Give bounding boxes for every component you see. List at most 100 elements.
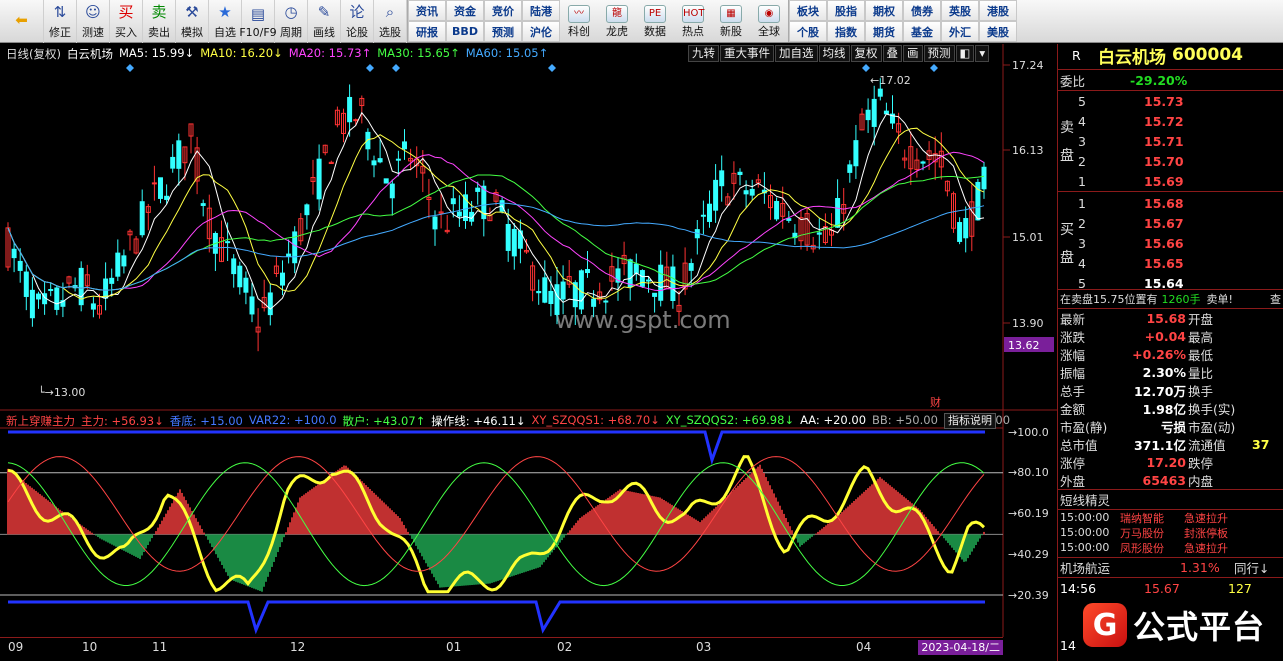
- buy-icon: 买: [118, 3, 134, 21]
- candle-body: [713, 179, 719, 211]
- pen-button[interactable]: ✎ 画线: [308, 0, 341, 43]
- market-button[interactable]: 基金: [903, 21, 941, 42]
- candle-body: [853, 140, 859, 167]
- feature-button[interactable]: ◉ 全球: [750, 0, 788, 43]
- feature-button[interactable]: ▦ 新股: [712, 0, 750, 43]
- chart-tab[interactable]: 画: [903, 45, 923, 62]
- buy-price[interactable]: 15.68: [1144, 196, 1184, 211]
- chart-area[interactable]: 17.24 16.13 15.01 13.90 13.62 www.gspt.com ←17…: [0, 44, 1057, 661]
- buy-price[interactable]: 15.67: [1144, 216, 1184, 231]
- stat-label-2: 跌停: [1188, 455, 1214, 471]
- grid-button[interactable]: 研报: [408, 21, 446, 42]
- indicator-help-button[interactable]: 指标说明: [944, 413, 996, 429]
- pen-icon: ✎: [317, 3, 331, 21]
- feature-icon: ▦: [720, 4, 742, 23]
- smile-button[interactable]: ☺ 测速: [77, 0, 110, 43]
- market-button[interactable]: 个股: [789, 21, 827, 42]
- quote-row: 涨停 17.20 跌停: [1060, 453, 1281, 471]
- sell-price[interactable]: 15.73: [1144, 94, 1184, 109]
- grid-button[interactable]: 陆港: [522, 0, 560, 21]
- buy-level: 3: [1078, 235, 1086, 251]
- chart-tab[interactable]: 加自选: [775, 45, 818, 62]
- sector-peers[interactable]: 同行↓: [1234, 558, 1269, 577]
- chart-tab[interactable]: ◧: [955, 45, 975, 62]
- market-button[interactable]: 债券: [903, 0, 941, 21]
- market-button[interactable]: 外汇: [941, 21, 979, 42]
- kline-chart[interactable]: 17.2416.1315.0113.9013.62www.gspt.com←17…: [0, 44, 1057, 661]
- market-button[interactable]: 英股: [941, 0, 979, 21]
- feature-button[interactable]: PE 数据: [636, 0, 674, 43]
- event-diamond: [930, 64, 938, 72]
- up-arrow-button[interactable]: ⇅ 修正: [44, 0, 77, 43]
- candle-body: [511, 228, 517, 257]
- market-button[interactable]: 板块: [789, 0, 827, 21]
- indicator-label: VAR22: +100.0: [248, 413, 337, 427]
- stat-value: +0.26%: [1132, 346, 1186, 362]
- buy-price[interactable]: 15.66: [1144, 236, 1184, 251]
- left-arrow-button[interactable]: ⬅: [0, 0, 44, 43]
- search-button[interactable]: ⌕ 选股: [374, 0, 407, 43]
- sell-price[interactable]: 15.70: [1144, 154, 1184, 169]
- chat-button[interactable]: 论论股: [341, 0, 374, 43]
- candle-body: [249, 296, 255, 315]
- grid-button[interactable]: BBD: [446, 21, 484, 42]
- price-axis-label: 13.90: [1012, 317, 1044, 330]
- price-axis-label: 17.24: [1012, 59, 1044, 72]
- clock-button[interactable]: ◷ 周期: [275, 0, 308, 43]
- market-button[interactable]: 美股: [979, 21, 1017, 42]
- last-price-text: 13.62: [1008, 339, 1040, 352]
- chart-tab[interactable]: 预测: [923, 45, 955, 62]
- buy-price[interactable]: 15.65: [1144, 256, 1184, 271]
- sell-button[interactable]: 卖卖出: [143, 0, 176, 43]
- feature-button[interactable]: 龍龙虎: [598, 0, 636, 43]
- feature-button[interactable]: HOT 热点: [674, 0, 712, 43]
- chart-tab[interactable]: 叠: [882, 45, 902, 62]
- market-button[interactable]: 期权: [865, 0, 903, 21]
- candle-body: [554, 284, 560, 315]
- chart-tab[interactable]: 九转: [688, 45, 719, 62]
- short-event: 急速拉升: [1184, 511, 1228, 525]
- quote-row: 2 15.67: [1060, 214, 1281, 232]
- notice-volume: 1260手: [1161, 293, 1201, 306]
- indicator-label: XY_SZQQS1: +68.70↓: [531, 413, 660, 427]
- market-button[interactable]: 港股: [979, 0, 1017, 21]
- market-button[interactable]: 股指: [827, 0, 865, 21]
- short-stock[interactable]: 凤形股份: [1120, 540, 1184, 556]
- ma-label: 日线(复权): [6, 47, 61, 61]
- short-stock[interactable]: 瑞纳智能: [1120, 510, 1184, 526]
- buy-button[interactable]: 买买入: [110, 0, 143, 43]
- grid-button[interactable]: 竞价: [484, 0, 522, 21]
- market-button[interactable]: 指数: [827, 21, 865, 42]
- feature-button[interactable]: 〰科创: [560, 0, 598, 43]
- candle-body: [237, 265, 243, 288]
- sell-price[interactable]: 15.72: [1144, 114, 1184, 129]
- feature-label: 热点: [682, 24, 704, 38]
- r-label: R: [1072, 47, 1081, 63]
- short-event: 封涨停板: [1184, 526, 1228, 540]
- chart-tab[interactable]: ▾: [975, 45, 990, 62]
- star-button[interactable]: ★ 自选: [209, 0, 242, 43]
- grid-button[interactable]: 资讯: [408, 0, 446, 21]
- grid-button[interactable]: 资金: [446, 0, 484, 21]
- market-button[interactable]: 期货: [865, 21, 903, 42]
- sell-price[interactable]: 15.71: [1144, 134, 1184, 149]
- stat-label: 最新: [1060, 311, 1086, 327]
- card-button[interactable]: ▤ F10/F9: [239, 0, 277, 43]
- candle-body: [389, 183, 395, 199]
- short-stock[interactable]: 万马股份: [1120, 525, 1184, 541]
- hammer-button[interactable]: ⚒ 模拟: [176, 0, 209, 43]
- candle-body: [103, 278, 109, 299]
- notice-check-button[interactable]: 查: [1270, 291, 1281, 307]
- sell-price[interactable]: 15.69: [1144, 174, 1184, 189]
- indicator-label: 新上穿赚主力: [6, 414, 75, 428]
- sector-name[interactable]: 机场航运: [1060, 558, 1180, 577]
- chart-tab[interactable]: 复权: [850, 45, 882, 62]
- indicator-label: 主力: +56.93↓: [81, 414, 164, 428]
- chart-tab[interactable]: 均线: [818, 45, 850, 62]
- stat-value-2: 37: [1252, 436, 1270, 452]
- chart-tab[interactable]: 重大事件: [720, 45, 774, 62]
- feature-label: 龙虎: [606, 24, 628, 38]
- sell-level: 4: [1078, 113, 1086, 129]
- grid-button[interactable]: 沪伦: [522, 21, 560, 42]
- grid-button[interactable]: 预测: [484, 21, 522, 42]
